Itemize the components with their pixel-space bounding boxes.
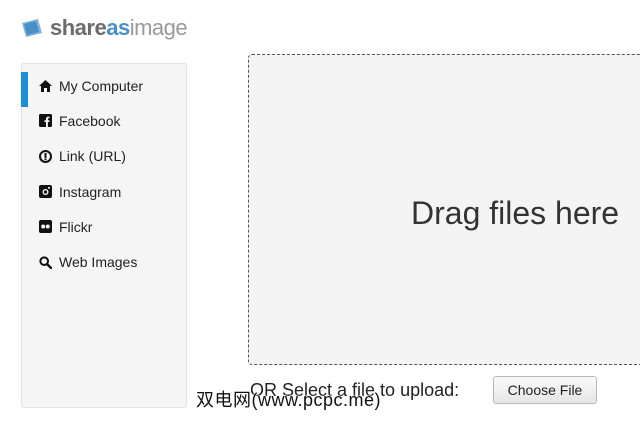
sidebar-item-label: Facebook — [59, 112, 121, 129]
sidebar-item-label: Web Images — [59, 254, 138, 271]
sidebar-item-label: Instagram — [59, 183, 122, 200]
watermark: 双电网(www.pcpc.me) — [196, 390, 382, 410]
sidebar-item-label: My Computer — [59, 77, 144, 94]
link-icon — [38, 149, 52, 163]
sidebar-item-label: Link (URL) — [59, 148, 126, 165]
drop-zone-text: Drag files here — [411, 195, 620, 231]
logo[interactable]: shareasimage — [20, 14, 188, 42]
source-sidebar: My Computer Facebook Link (URL) Instagra… — [21, 63, 187, 408]
logo-mark-icon — [22, 19, 42, 37]
sidebar-item-web-images[interactable]: Web Images — [22, 244, 186, 279]
choose-file-button[interactable]: Choose File — [493, 376, 597, 404]
sidebar-item-flickr[interactable]: Flickr — [22, 209, 186, 244]
home-icon — [38, 79, 52, 93]
search-icon — [38, 255, 52, 269]
sidebar-item-label: Flickr — [59, 218, 93, 235]
file-drop-zone[interactable]: Drag files here — [248, 54, 640, 365]
sidebar-item-my-computer[interactable]: My Computer — [21, 68, 186, 108]
logo-text: shareasimage — [50, 15, 188, 40]
sidebar-item-link-url[interactable]: Link (URL) — [22, 139, 186, 174]
instagram-icon — [38, 185, 52, 199]
facebook-icon — [38, 114, 52, 128]
sidebar-item-facebook[interactable]: Facebook — [22, 103, 186, 138]
flickr-icon — [38, 220, 52, 234]
sidebar-item-instagram[interactable]: Instagram — [22, 174, 186, 209]
